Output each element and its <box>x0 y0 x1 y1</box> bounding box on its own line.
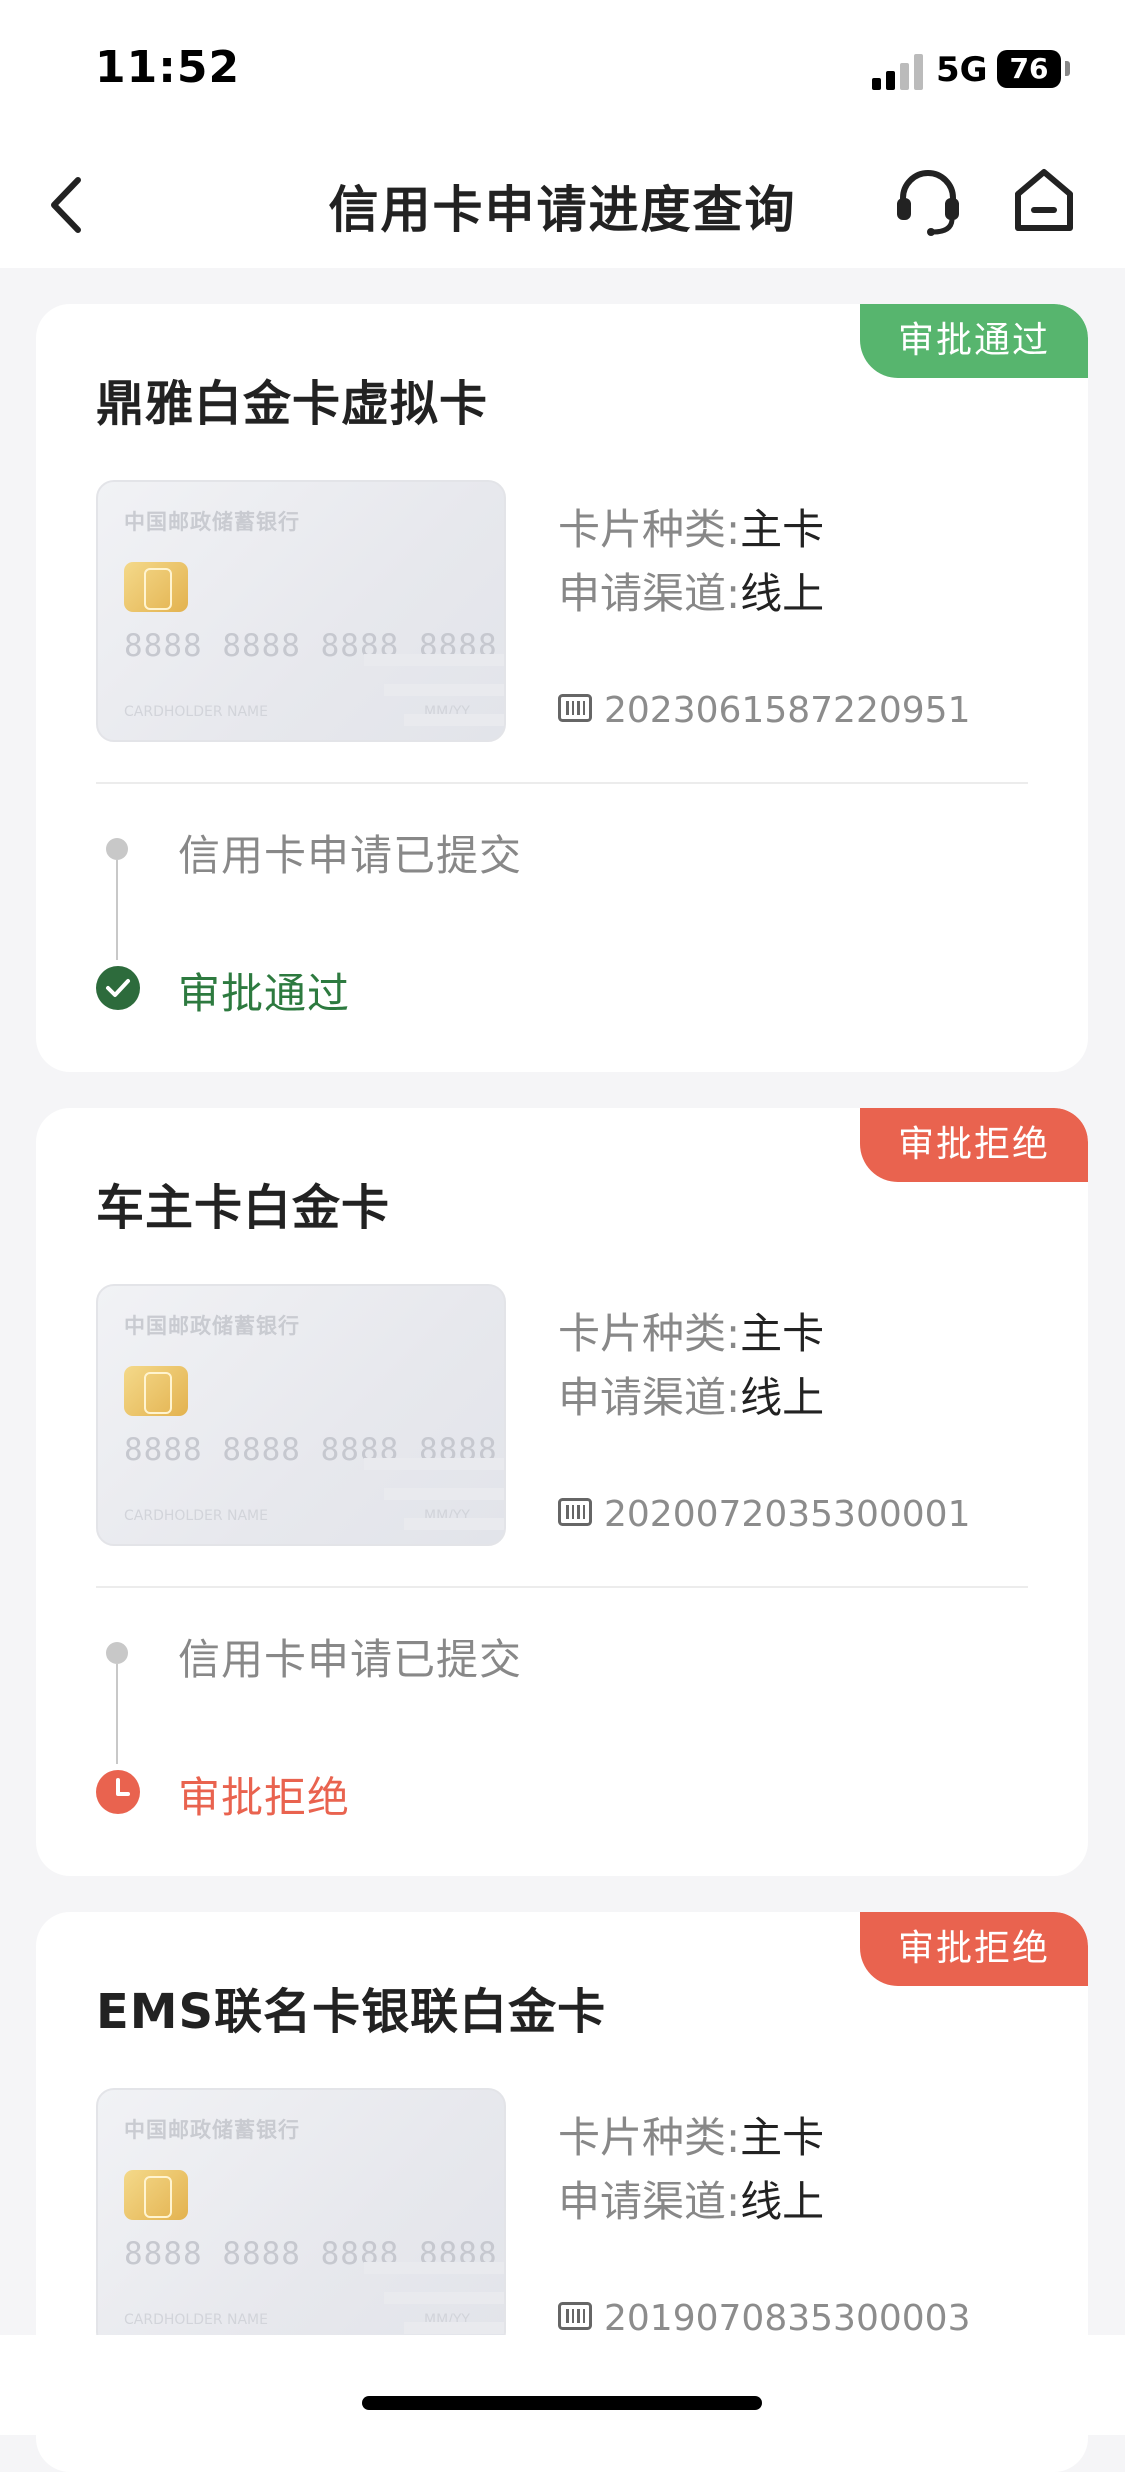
step-submitted: 信用卡申请已提交 <box>178 1635 523 1684</box>
channel-value: 线上 <box>740 2177 825 2226</box>
card-type-label: 卡片种类: <box>558 2113 741 2162</box>
headset-icon[interactable] <box>893 164 963 240</box>
step-submitted: 信用卡申请已提交 <box>178 831 523 880</box>
serial-number: 2019070835300003 <box>604 2298 971 2339</box>
status-badge: 审批拒绝 <box>860 1912 1088 1986</box>
card-type-label: 卡片种类: <box>558 1309 741 1358</box>
status-badge: 审批通过 <box>860 304 1088 378</box>
card-holder: CARDHOLDER NAME <box>124 1508 268 1524</box>
card-type-value: 主卡 <box>740 2113 825 2162</box>
postal-logo-watermark <box>364 2262 504 2334</box>
barcode-icon <box>558 2302 592 2330</box>
postal-logo-watermark <box>364 1458 504 1530</box>
bottom-bar <box>0 2335 1125 2435</box>
step-result: 审批通过 <box>178 969 351 1018</box>
home-indicator[interactable] <box>362 2396 762 2410</box>
step-dot <box>106 838 128 860</box>
channel-label: 申请渠道: <box>558 2177 741 2226</box>
card-type-label: 卡片种类: <box>558 505 741 554</box>
card-holder: CARDHOLDER NAME <box>124 2312 268 2328</box>
clock-icon <box>96 1770 140 1814</box>
postal-logo-watermark <box>364 654 504 726</box>
battery-icon: 76 <box>997 50 1061 88</box>
channel-value: 线上 <box>740 569 825 618</box>
signal-icon <box>872 52 924 90</box>
application-card[interactable]: 审批拒绝 车主卡白金卡 中国邮政储蓄银行 8888 8888 8888 8888… <box>36 1108 1088 1876</box>
network-type: 5G <box>936 50 988 90</box>
application-card[interactable]: 审批通过 鼎雅白金卡虚拟卡 中国邮政储蓄银行 8888 8888 8888 88… <box>36 304 1088 1072</box>
channel-value: 线上 <box>740 1373 825 1422</box>
step-line <box>116 1664 118 1764</box>
chip-icon <box>124 1366 188 1416</box>
channel-row: 申请渠道:线上 <box>558 560 824 621</box>
card-type-value: 主卡 <box>740 505 825 554</box>
barcode-icon <box>558 694 592 722</box>
card-bank-name: 中国邮政储蓄银行 <box>124 510 300 534</box>
check-circle-icon <box>96 966 140 1010</box>
chip-icon <box>124 562 188 612</box>
channel-row: 申请渠道:线上 <box>558 2168 824 2229</box>
serial-row: 2023061587220951 <box>558 690 970 731</box>
battery-tip <box>1065 61 1070 76</box>
card-holder: CARDHOLDER NAME <box>124 704 268 720</box>
card-type-row: 卡片种类:主卡 <box>558 496 824 557</box>
channel-row: 申请渠道:线上 <box>558 1364 824 1425</box>
step-result: 审批拒绝 <box>178 1773 351 1822</box>
serial-row: 2020072035300001 <box>558 1494 970 1535</box>
card-image: 中国邮政储蓄银行 8888 8888 8888 8888 CARDHOLDER … <box>96 1284 506 1546</box>
barcode-icon <box>558 1498 592 1526</box>
chip-icon <box>124 2170 188 2220</box>
card-name: EMS联名卡银联白金卡 <box>96 1984 607 2040</box>
divider <box>96 1586 1028 1588</box>
status-time: 11:52 <box>95 42 241 93</box>
status-bar: 11:52 5G 76 <box>0 0 1125 140</box>
serial-number: 2023061587220951 <box>604 690 971 731</box>
step-dot <box>106 1642 128 1664</box>
card-type-row: 卡片种类:主卡 <box>558 1300 824 1361</box>
home-icon[interactable] <box>1008 162 1080 238</box>
serial-number: 2020072035300001 <box>604 1494 971 1535</box>
channel-label: 申请渠道: <box>558 569 741 618</box>
card-image: 中国邮政储蓄银行 8888 8888 8888 8888 CARDHOLDER … <box>96 480 506 742</box>
card-bank-name: 中国邮政储蓄银行 <box>124 2118 300 2142</box>
divider <box>96 782 1028 784</box>
serial-row: 2019070835300003 <box>558 2298 970 2339</box>
status-badge: 审批拒绝 <box>860 1108 1088 1182</box>
channel-label: 申请渠道: <box>558 1373 741 1422</box>
card-name: 鼎雅白金卡虚拟卡 <box>96 376 489 432</box>
card-type-row: 卡片种类:主卡 <box>558 2104 824 2165</box>
nav-bar: 信用卡申请进度查询 <box>0 140 1125 268</box>
card-image: 中国邮政储蓄银行 8888 8888 8888 8888 CARDHOLDER … <box>96 2088 506 2350</box>
card-bank-name: 中国邮政储蓄银行 <box>124 1314 300 1338</box>
card-name: 车主卡白金卡 <box>96 1180 391 1236</box>
step-line <box>116 860 118 960</box>
card-type-value: 主卡 <box>740 1309 825 1358</box>
